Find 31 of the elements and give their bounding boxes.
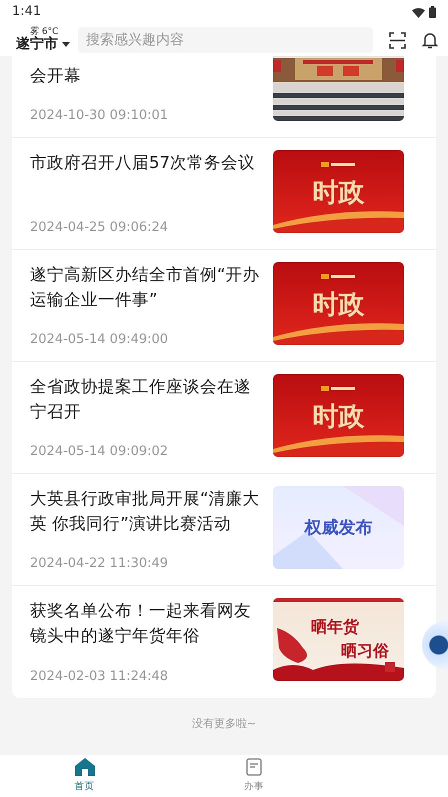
news-date: 2024-10-30 09:10:01 bbox=[30, 106, 170, 124]
news-title[interactable]: 获奖名单公布！一起来看网友镜头中的遂宁年货年俗 bbox=[30, 598, 263, 648]
battery-icon bbox=[429, 6, 436, 18]
document-icon bbox=[246, 758, 262, 776]
bell-icon[interactable] bbox=[422, 32, 438, 48]
news-title[interactable]: 遂宁高新区办结全市首例“开办运输企业一件事” bbox=[30, 262, 263, 312]
news-title[interactable]: 会开幕 bbox=[30, 63, 263, 88]
news-date: 2024-05-14 09:09:02 bbox=[30, 442, 170, 460]
news-date: 2024-02-03 11:24:48 bbox=[30, 668, 170, 686]
festive-banner-drawing: 晒年货 晒习俗 bbox=[273, 598, 404, 681]
news-date: 2024-04-22 11:30:49 bbox=[30, 554, 170, 572]
banner-drawing: 时政 bbox=[273, 262, 404, 345]
wifi-icon bbox=[412, 6, 425, 18]
weather-text: 雾 6°C bbox=[30, 28, 60, 37]
banner-drawing: 时政 bbox=[273, 374, 404, 457]
status-time: 1:41 bbox=[12, 3, 42, 22]
end-of-list-text: 没有更多啦~ bbox=[190, 716, 258, 732]
news-title[interactable]: 市政府召开八届57次常务会议 bbox=[30, 150, 263, 175]
home-icon bbox=[74, 758, 95, 776]
banner-drawing: 权威发布 bbox=[273, 486, 404, 569]
scan-icon[interactable] bbox=[389, 32, 406, 48]
news-date: 2024-05-14 09:49:00 bbox=[30, 330, 170, 348]
banner-drawing: 时政 bbox=[273, 150, 404, 233]
search-field[interactable]: 搜索感兴趣内容 bbox=[78, 27, 373, 53]
news-title[interactable]: 全省政协提案工作座谈会在遂宁召开 bbox=[30, 374, 263, 424]
city-selector[interactable]: 遂宁市 bbox=[16, 36, 70, 52]
nav-tab[interactable]: 首页 bbox=[54, 758, 115, 794]
news-title[interactable]: 大英县行政审批局开展“清廉大英 你我同行”演讲比赛活动 bbox=[30, 486, 263, 536]
news-date: 2024-04-25 09:06:24 bbox=[30, 218, 170, 236]
nav-tab[interactable]: 办事 bbox=[224, 758, 284, 794]
caret-icon bbox=[62, 42, 70, 47]
